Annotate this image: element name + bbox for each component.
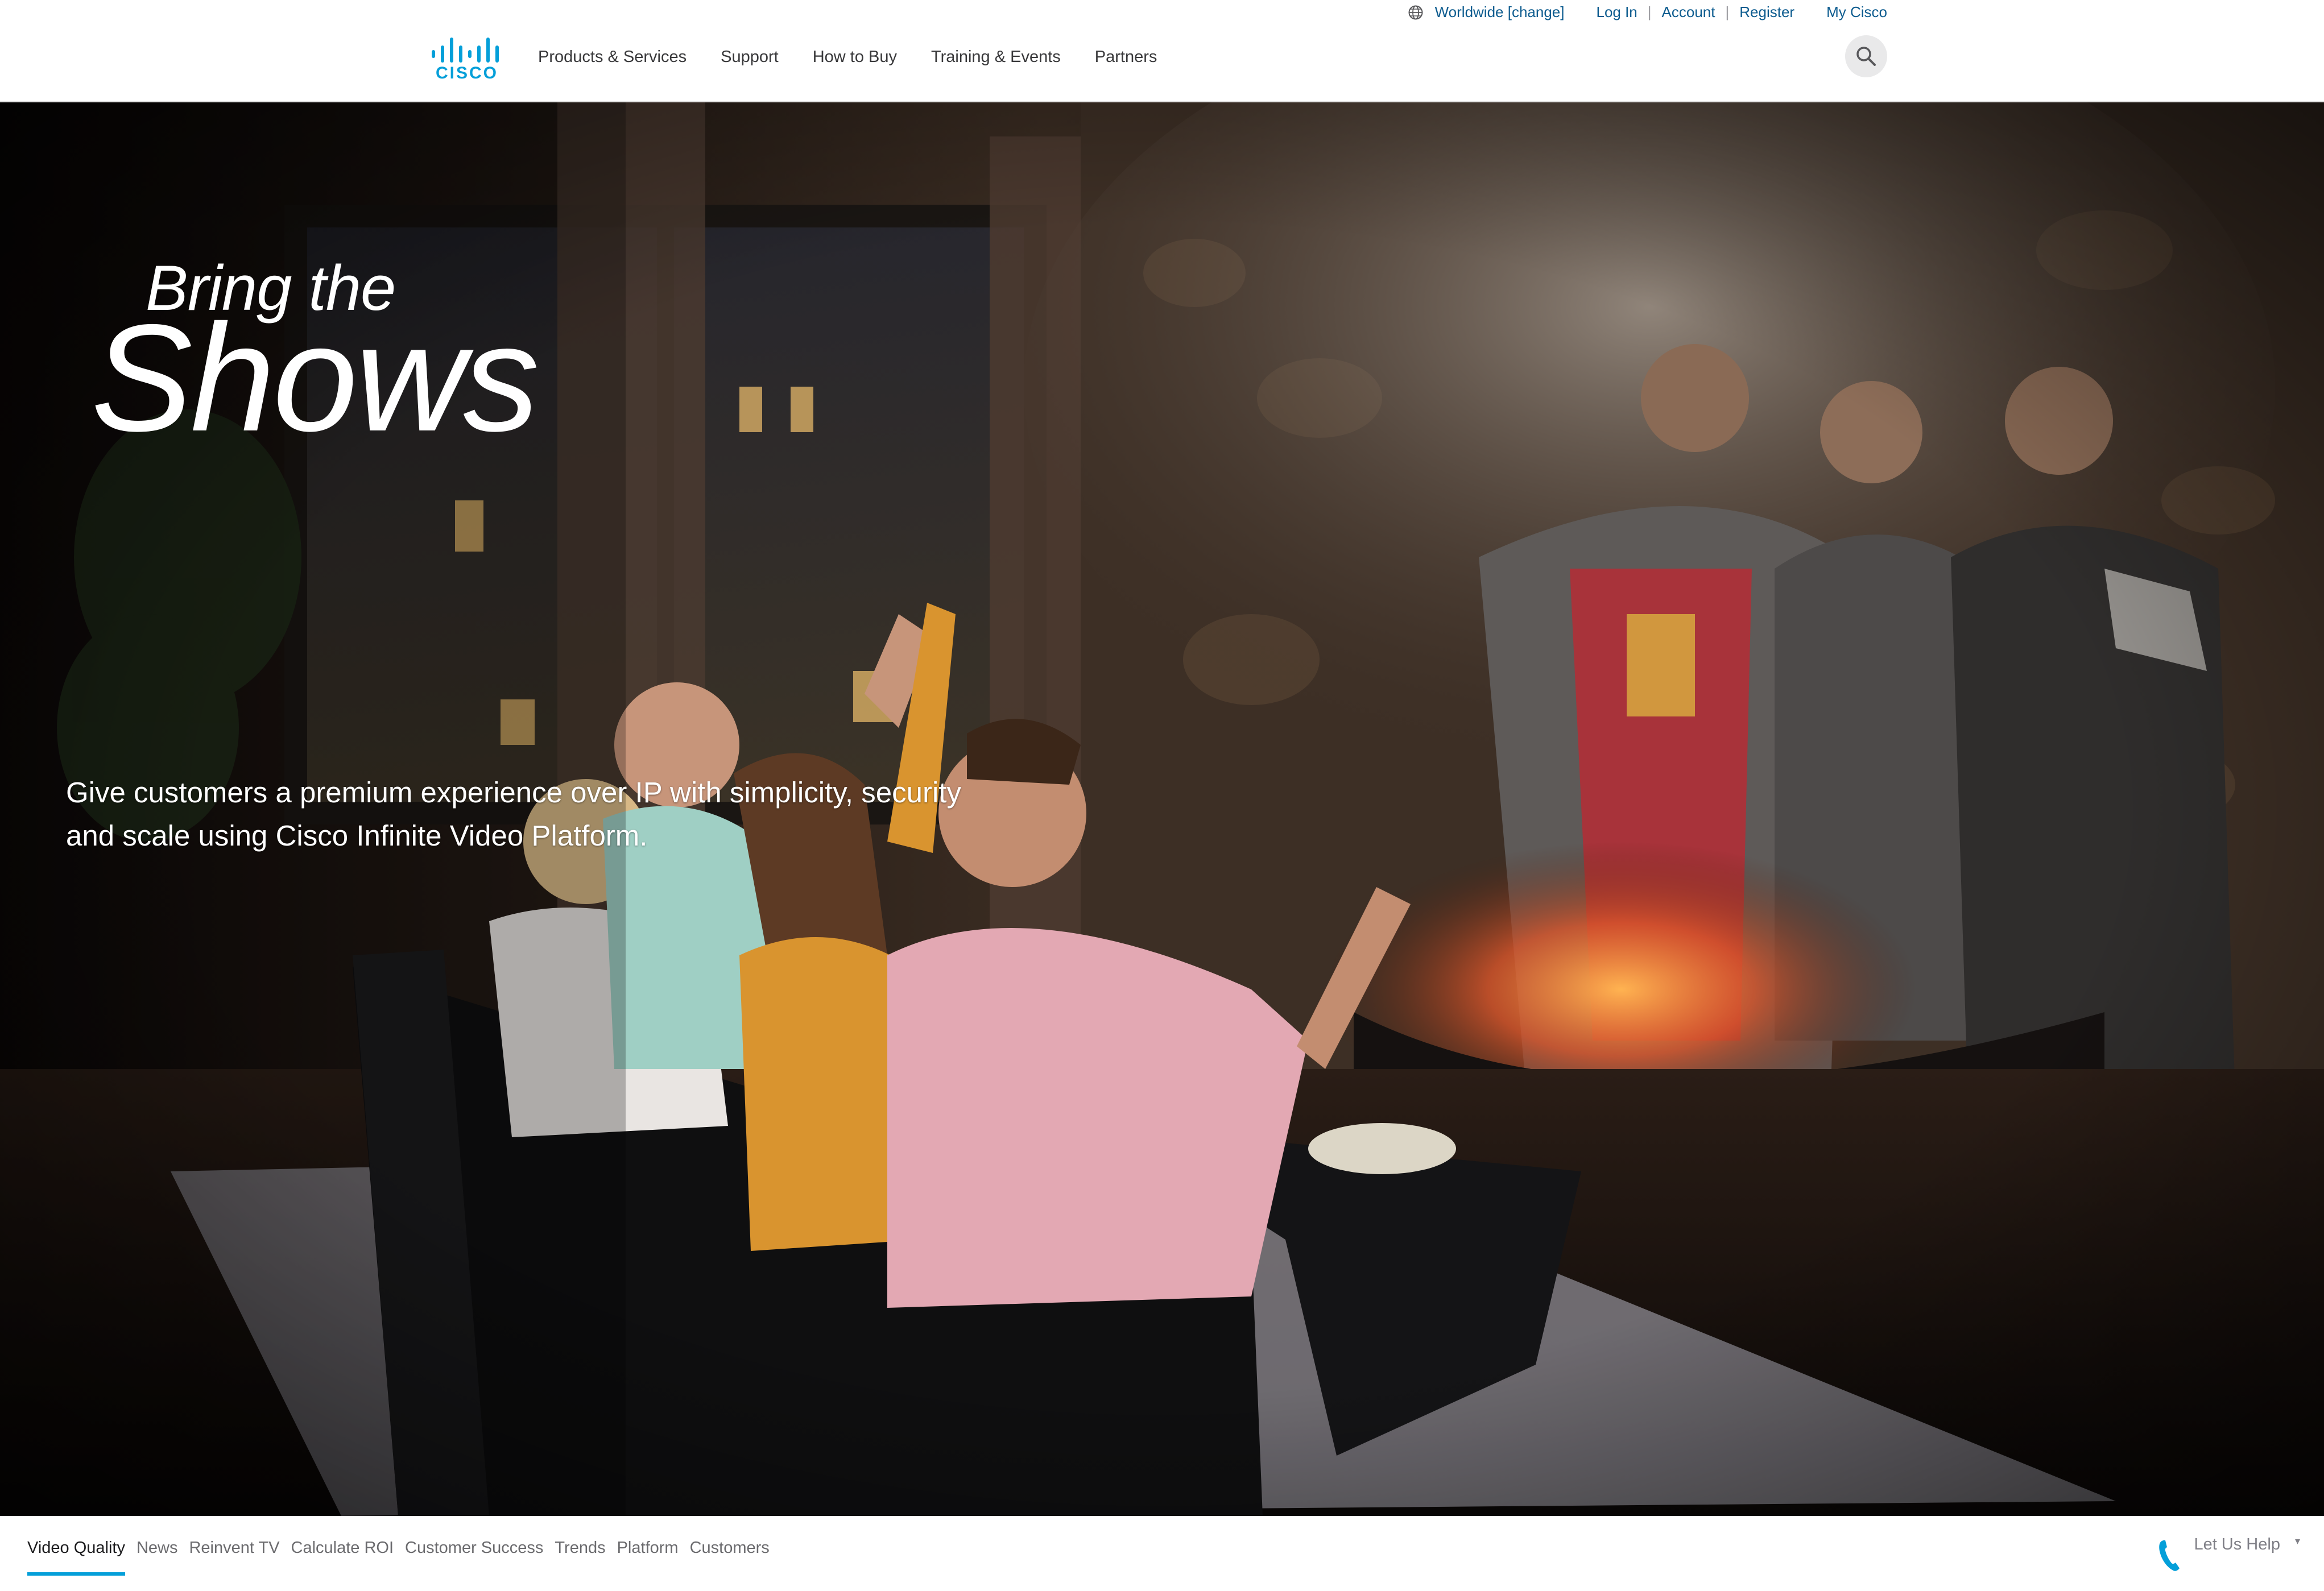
phone-icon — [2159, 1540, 2180, 1571]
my-cisco-link[interactable]: My Cisco — [1826, 3, 1887, 21]
hero-banner: Bring the Shows Give customers a premium… — [0, 102, 2324, 1516]
cisco-logo[interactable]: CISCO — [430, 33, 504, 81]
search-button[interactable] — [1845, 35, 1887, 77]
let-us-help-button[interactable]: Let Us Help ▾ — [2157, 1535, 2300, 1572]
let-us-help-label: Let Us Help — [2194, 1535, 2280, 1553]
utility-separator: | — [1725, 3, 1730, 20]
globe-icon — [1408, 5, 1423, 19]
utility-bar: Worldwide [change] Log In | Account | Re… — [0, 0, 2324, 25]
account-link[interactable]: Account — [1662, 3, 1715, 21]
region-selector-link[interactable]: Worldwide [change] — [1435, 3, 1565, 21]
utility-links: Worldwide [change] Log In | Account | Re… — [1408, 3, 1887, 21]
section-tabs: Video Quality News Reinvent TV Calculate… — [27, 1539, 770, 1576]
site-header: CISCO Products & Services Support How to… — [0, 25, 2324, 102]
section-tab-bar: Video Quality News Reinvent TV Calculate… — [0, 1516, 2324, 1591]
login-link[interactable]: Log In — [1596, 3, 1637, 21]
tab-calculate-roi[interactable]: Calculate ROI — [291, 1539, 394, 1576]
tab-platform[interactable]: Platform — [617, 1539, 679, 1576]
nav-support[interactable]: Support — [721, 48, 779, 67]
nav-training-events[interactable]: Training & Events — [931, 48, 1061, 67]
logo-wordmark: CISCO — [436, 64, 498, 81]
tab-customers[interactable]: Customers — [690, 1539, 770, 1576]
utility-separator: | — [1647, 3, 1652, 20]
chevron-down-icon: ▾ — [2294, 1535, 2300, 1547]
nav-products-services[interactable]: Products & Services — [538, 48, 687, 67]
tab-trends[interactable]: Trends — [555, 1539, 605, 1576]
main-nav: Products & Services Support How to Buy T… — [538, 48, 1157, 67]
nav-how-to-buy[interactable]: How to Buy — [813, 48, 897, 67]
cisco-bridge-logo-icon — [432, 38, 499, 63]
tab-news[interactable]: News — [137, 1539, 178, 1576]
hero-title: Shows — [91, 292, 539, 463]
register-link[interactable]: Register — [1739, 3, 1794, 21]
tab-video-quality[interactable]: Video Quality — [27, 1539, 125, 1576]
hero-description: Give customers a premium experience over… — [66, 776, 961, 852]
tab-customer-success[interactable]: Customer Success — [405, 1539, 543, 1576]
search-icon — [1856, 47, 1876, 66]
nav-partners[interactable]: Partners — [1095, 48, 1157, 67]
tab-reinvent-tv[interactable]: Reinvent TV — [189, 1539, 279, 1576]
